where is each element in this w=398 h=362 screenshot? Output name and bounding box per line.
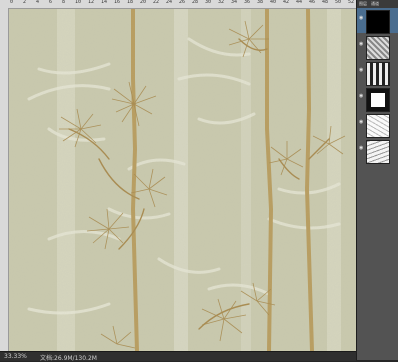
ruler-tick-label: 36: [244, 0, 251, 5]
ruler-tick-label: 34: [231, 0, 238, 5]
layer-thumbnail: [366, 10, 390, 34]
ruler-tick-label: 28: [192, 0, 199, 5]
ruler-tick-label: 2: [23, 0, 27, 5]
ruler-tick-label: 14: [101, 0, 108, 5]
ruler-tick-label: 46: [309, 0, 316, 5]
ruler-tick-label: 16: [114, 0, 121, 5]
eye-icon[interactable]: ◉: [359, 146, 365, 151]
ruler-tick-label: 30: [205, 0, 212, 5]
ruler-tick-label: 40: [270, 0, 277, 5]
ruler-tick-label: 6: [49, 0, 53, 5]
ruler-tick-label: 48: [322, 0, 329, 5]
ruler-tick-label: 4: [36, 0, 40, 5]
ruler-tick-label: 12: [88, 0, 95, 5]
layer-row[interactable]: ◉: [357, 60, 398, 86]
ruler-tick-label: 18: [127, 0, 134, 5]
layer-row[interactable]: ◉: [357, 138, 398, 164]
ruler-tick-label: 52: [348, 0, 355, 5]
layer-row[interactable]: ◉: [357, 8, 398, 34]
eye-icon[interactable]: ◉: [359, 68, 365, 73]
ruler-tick-label: 22: [153, 0, 160, 5]
zoom-level[interactable]: 33.33%: [4, 353, 27, 360]
ruler-tick-label: 32: [218, 0, 225, 5]
ruler-tick-label: 10: [75, 0, 82, 5]
layer-row[interactable]: ◉: [357, 86, 398, 112]
document-size: 文档:26.9M/130.2M: [40, 355, 97, 362]
eye-icon[interactable]: ◉: [359, 120, 365, 125]
ruler-tick-label: 24: [166, 0, 173, 5]
panel-tabs: 图层 通道: [357, 0, 398, 8]
layer-thumbnail: [366, 36, 390, 60]
layer-row[interactable]: ◉: [357, 112, 398, 138]
ruler-tick-label: 20: [140, 0, 147, 5]
horizontal-ruler[interactable]: 0 2 4 6 8 10 12 14 16 18 20 22 24 26 28 30 32 34 36 38 40 42 4…: [0, 0, 356, 9]
ruler-tick-label: 42: [283, 0, 290, 5]
eye-icon[interactable]: ◉: [359, 16, 365, 21]
ruler-tick-label: 0: [10, 0, 14, 5]
ruler-tick-label: 8: [62, 0, 66, 5]
layer-row[interactable]: ◉: [357, 34, 398, 60]
tab-layers[interactable]: 图层: [357, 0, 369, 8]
ruler-tick-label: 50: [335, 0, 342, 5]
eye-icon[interactable]: ◉: [359, 42, 365, 47]
layer-thumbnail: [366, 62, 390, 86]
layer-thumbnail: [366, 88, 390, 112]
layers-panel: 图层 通道 ◉ ◉ ◉ ◉ ◉ ◉: [356, 0, 398, 360]
ruler-tick-label: 38: [257, 0, 264, 5]
layer-thumbnail: [366, 140, 390, 164]
layer-thumbnail: [366, 114, 390, 138]
vertical-ruler[interactable]: [0, 8, 9, 351]
ruler-tick-label: 44: [296, 0, 303, 5]
tab-channels[interactable]: 通道: [369, 0, 381, 8]
document-canvas[interactable]: [9, 9, 356, 351]
ruler-tick-label: 26: [179, 0, 186, 5]
wallpaper-image: [9, 9, 356, 351]
eye-icon[interactable]: ◉: [359, 94, 365, 99]
